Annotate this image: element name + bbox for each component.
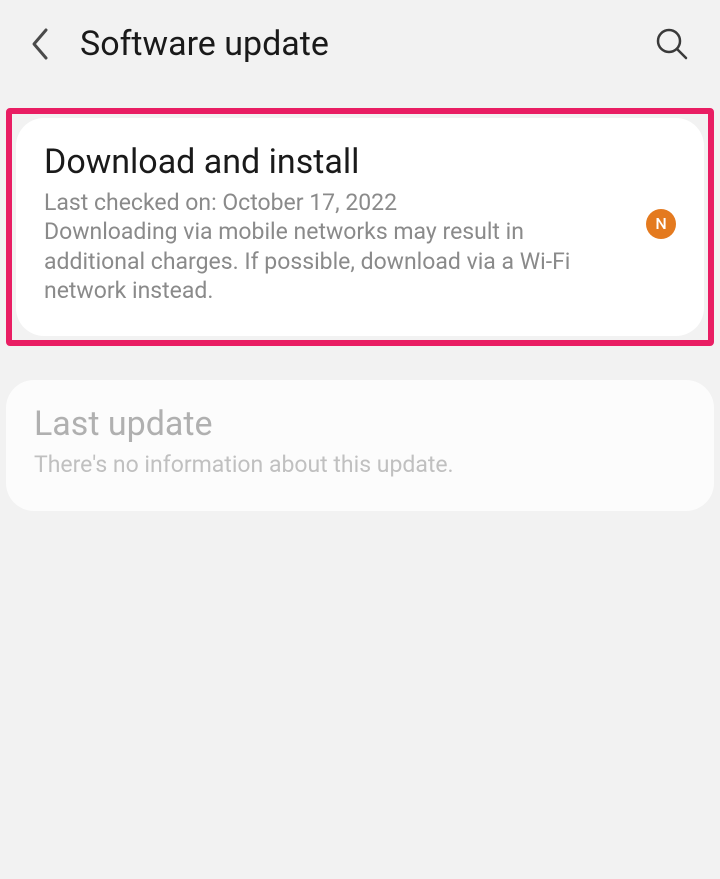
header: Software update [0,0,720,88]
last-update-subtitle: There's no information about this update… [34,450,686,479]
search-button[interactable] [648,20,696,68]
last-update-card[interactable]: Last update There's no information about… [6,380,714,511]
download-install-card[interactable]: Download and install Last checked on: Oc… [16,118,704,336]
download-install-title: Download and install [44,142,628,182]
last-checked-text: Last checked on: October 17, 2022 [44,189,397,216]
highlighted-selection: Download and install Last checked on: Oc… [6,108,714,346]
search-icon [655,27,689,61]
download-install-subtitle: Last checked on: October 17, 2022 Downlo… [44,188,628,306]
card-content: Download and install Last checked on: Oc… [44,142,628,306]
download-warning-text: Downloading via mobile networks may resu… [44,218,570,304]
back-chevron-icon [30,27,50,61]
card-row: Download and install Last checked on: Oc… [44,142,676,306]
page-title: Software update [80,24,648,64]
notification-badge: N [646,209,676,239]
last-update-title: Last update [34,404,686,444]
back-button[interactable] [24,20,56,68]
